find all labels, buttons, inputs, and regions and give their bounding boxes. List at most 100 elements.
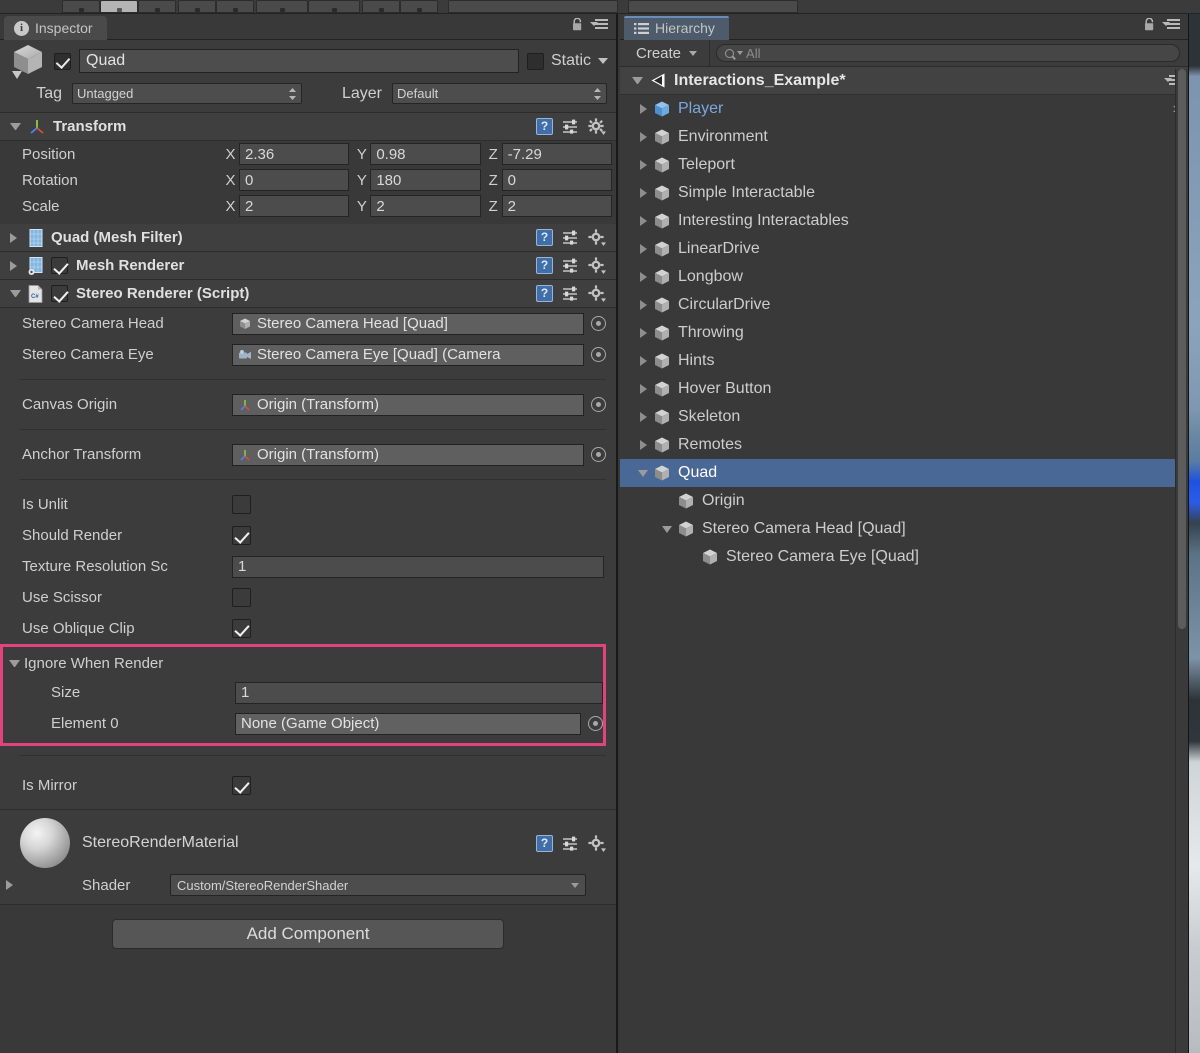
use-oblique-clip-checkbox[interactable] [232, 619, 251, 638]
scale-y-input[interactable]: 2 [370, 195, 481, 217]
hierarchy-search-input[interactable]: All [716, 44, 1180, 62]
hierarchy-item-circulardrive[interactable]: CircularDrive [620, 291, 1188, 319]
pause-button[interactable] [400, 0, 438, 13]
is-unlit-checkbox[interactable] [232, 495, 251, 514]
lock-icon[interactable] [572, 17, 583, 31]
rotate-tool-button[interactable] [138, 0, 176, 13]
foldout-closed-icon[interactable] [634, 216, 652, 226]
stereo-camera-head-object-field[interactable]: Stereo Camera Head [Quad] [232, 312, 584, 335]
tab-inspector[interactable]: i Inspector [4, 16, 107, 40]
foldout-closed-icon[interactable] [634, 160, 652, 170]
foldout-open-icon[interactable] [634, 469, 652, 477]
hierarchy-item-hints[interactable]: Hints [620, 347, 1188, 375]
toolbar-scale-tools[interactable] [178, 0, 254, 13]
preset-icon[interactable] [562, 230, 579, 245]
hierarchy-item-interesting-interactables[interactable]: Interesting Interactables [620, 207, 1188, 235]
tag-dropdown[interactable]: Untagged [72, 83, 302, 104]
foldout-closed-icon[interactable] [634, 328, 652, 338]
array-element-0-object-field[interactable]: None (Game Object) [235, 712, 581, 735]
hierarchy-item-throwing[interactable]: Throwing [620, 319, 1188, 347]
hierarchy-item-remotes[interactable]: Remotes [620, 431, 1188, 459]
static-toggle-group[interactable]: Static [526, 52, 608, 70]
unity-main-toolbar[interactable] [0, 0, 1200, 14]
foldout-closed-icon[interactable] [634, 300, 652, 310]
array-foldout-ignore-when-render[interactable]: Ignore When Render [3, 649, 603, 677]
toolbar-collab-field[interactable] [448, 0, 618, 13]
hierarchy-item-stereo-camera-head-quad[interactable]: Stereo Camera Head [Quad] [620, 515, 1188, 543]
rotation-z-input[interactable]: 0 [501, 169, 612, 191]
shader-dropdown[interactable]: Custom/StereoRenderShader [170, 874, 586, 896]
foldout-closed-icon[interactable] [634, 412, 652, 422]
rotation-x-input[interactable]: 0 [239, 169, 350, 191]
pivot-toggle-button[interactable] [256, 0, 308, 13]
texture-resolution-input[interactable]: 1 [232, 555, 604, 578]
search-filter-chevron-icon[interactable] [737, 51, 744, 55]
help-icon[interactable]: ? [536, 834, 553, 852]
hierarchy-item-player[interactable]: Player› [620, 95, 1188, 123]
component-header-transform[interactable]: Transform ? [0, 113, 616, 141]
anchor-transform-object-field[interactable]: Origin (Transform) [232, 443, 584, 466]
foldout-open-icon[interactable] [9, 659, 20, 667]
toolbar-pivot-tools[interactable] [256, 0, 360, 13]
hand-tool-button[interactable] [62, 0, 100, 13]
move-tool-button[interactable] [100, 0, 138, 13]
foldout-closed-icon[interactable] [634, 356, 652, 366]
toolbar-transform-tools[interactable] [62, 0, 176, 13]
play-button[interactable] [362, 0, 400, 13]
object-picker-icon[interactable] [588, 716, 603, 731]
help-icon[interactable]: ? [536, 229, 553, 246]
foldout-closed-icon[interactable] [634, 384, 652, 394]
layer-dropdown[interactable]: Default [392, 83, 607, 104]
add-component-button[interactable]: Add Component [112, 919, 504, 949]
foldout-closed-icon[interactable] [634, 440, 652, 450]
hierarchy-item-lineardrive[interactable]: LinearDrive [620, 235, 1188, 263]
mesh-renderer-enabled-checkbox[interactable] [51, 257, 68, 274]
help-icon[interactable]: ? [536, 285, 553, 302]
local-toggle-button[interactable] [308, 0, 360, 13]
hierarchy-item-skeleton[interactable]: Skeleton [620, 403, 1188, 431]
object-picker-icon[interactable] [591, 447, 606, 462]
hierarchy-item-origin[interactable]: Origin [620, 487, 1188, 515]
gear-icon[interactable] [588, 285, 606, 302]
gear-icon[interactable] [588, 118, 606, 135]
foldout-open-icon[interactable] [658, 525, 676, 533]
hierarchy-item-hover-button[interactable]: Hover Button [620, 375, 1188, 403]
foldout-closed-icon[interactable] [634, 104, 652, 114]
position-z-input[interactable]: -7.29 [501, 143, 612, 165]
toolbar-account-field[interactable] [628, 0, 798, 13]
scene-view-sliver[interactable] [1188, 14, 1200, 1053]
object-name-input[interactable]: Quad [79, 49, 519, 73]
foldout-open-icon[interactable] [10, 290, 21, 297]
is-mirror-checkbox[interactable] [232, 775, 251, 795]
hierarchy-scrollbar[interactable] [1175, 69, 1188, 1053]
rect-tool-button[interactable] [216, 0, 254, 13]
hamburger-menu-icon[interactable] [1162, 19, 1180, 30]
hierarchy-item-stereo-camera-eye-quad[interactable]: Stereo Camera Eye [Quad] [620, 543, 1188, 571]
rotation-y-input[interactable]: 180 [370, 169, 481, 191]
foldout-open-icon[interactable] [10, 123, 21, 130]
lock-icon[interactable] [1144, 17, 1155, 31]
canvas-origin-object-field[interactable]: Origin (Transform) [232, 393, 584, 416]
foldout-closed-icon[interactable] [634, 272, 652, 282]
hamburger-menu-icon[interactable] [590, 19, 608, 30]
help-icon[interactable]: ? [536, 118, 553, 135]
toolbar-play-controls[interactable] [362, 0, 438, 13]
preset-icon[interactable] [562, 286, 579, 301]
scale-tool-button[interactable] [178, 0, 216, 13]
hierarchy-item-simple-interactable[interactable]: Simple Interactable [620, 179, 1188, 207]
should-render-checkbox[interactable] [232, 526, 251, 545]
object-picker-icon[interactable] [591, 347, 606, 362]
create-button[interactable]: Create [620, 39, 711, 67]
hierarchy-item-environment[interactable]: Environment [620, 123, 1188, 151]
chevron-down-icon[interactable] [598, 58, 608, 64]
stereo-renderer-enabled-checkbox[interactable] [51, 285, 68, 302]
foldout-closed-icon[interactable] [634, 244, 652, 254]
gear-icon[interactable] [588, 834, 606, 852]
gear-icon[interactable] [588, 229, 606, 246]
preset-icon[interactable] [562, 258, 579, 273]
object-enabled-checkbox[interactable] [54, 52, 71, 70]
hierarchy-item-quad[interactable]: Quad [620, 459, 1188, 487]
scale-z-input[interactable]: 2 [501, 195, 612, 217]
scale-x-input[interactable]: 2 [239, 195, 350, 217]
tab-hierarchy[interactable]: Hierarchy [624, 16, 729, 40]
